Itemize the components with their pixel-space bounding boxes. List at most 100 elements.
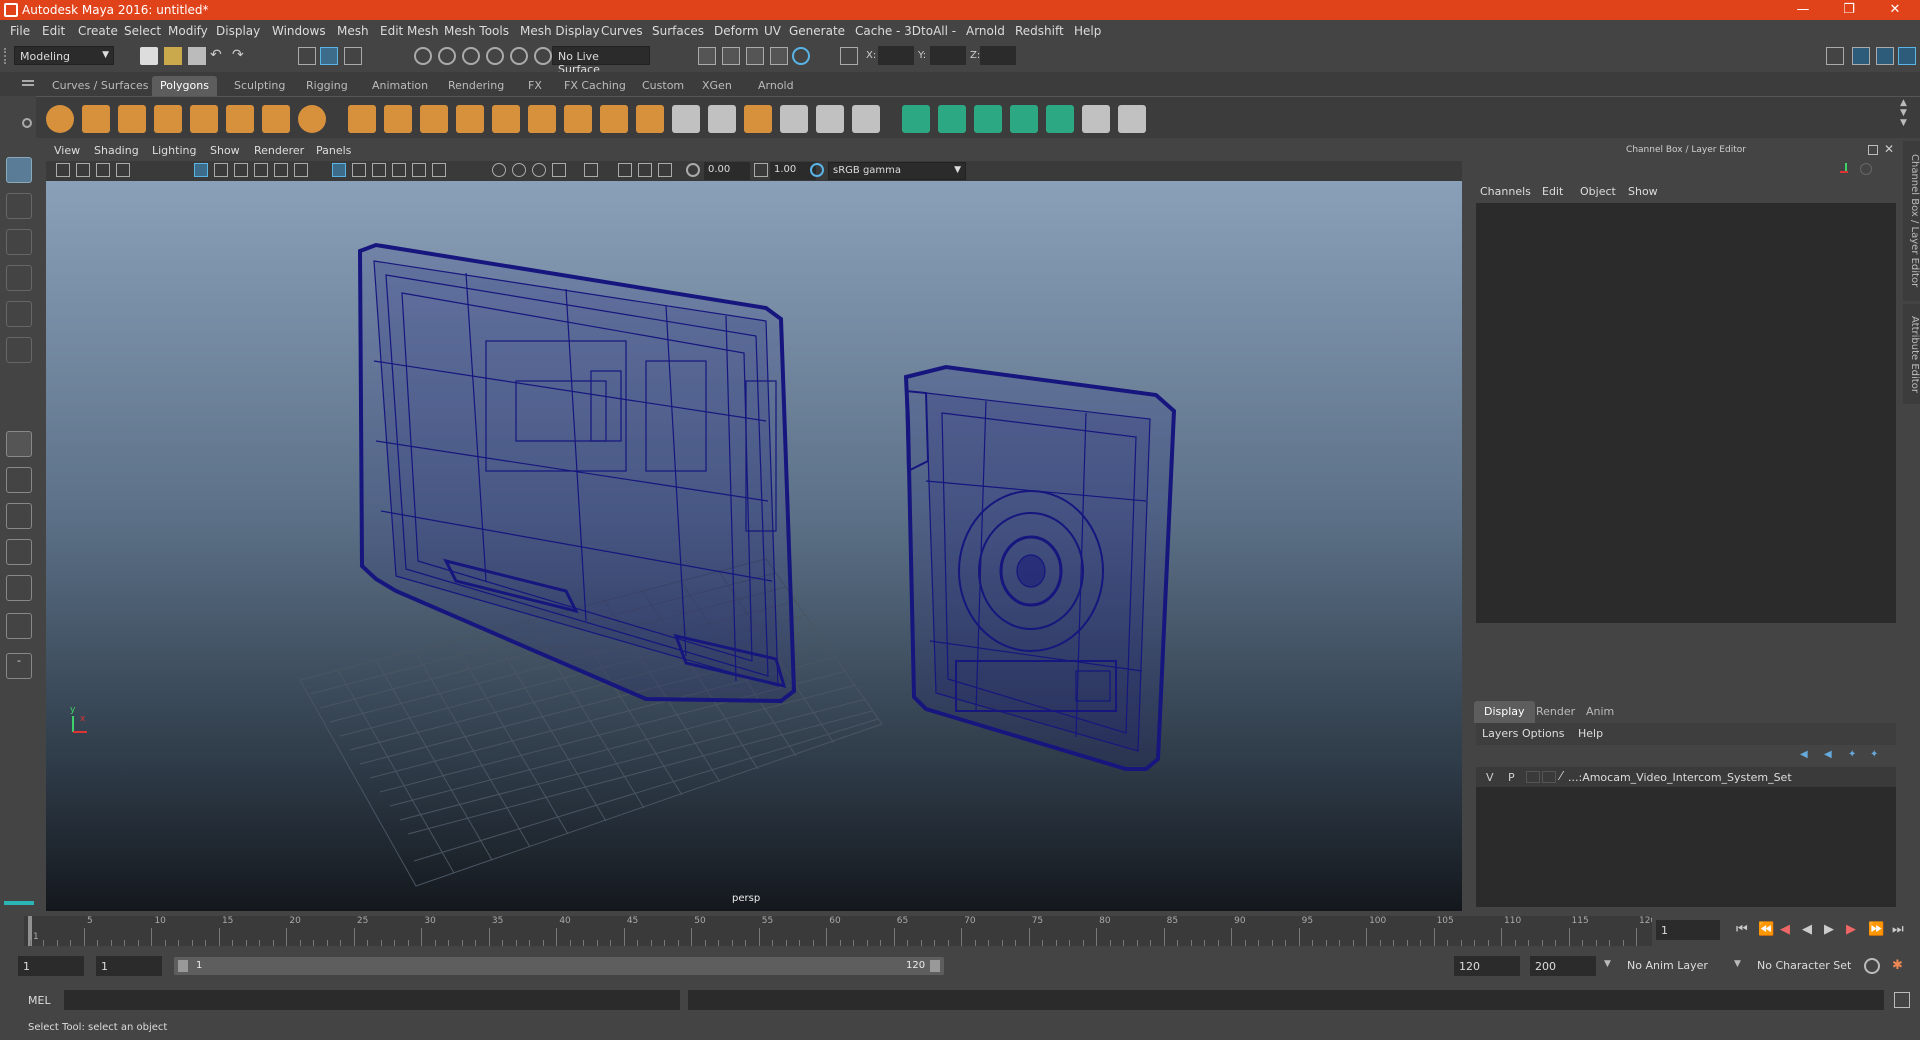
menu-windows[interactable]: Windows — [272, 24, 326, 38]
save-scene-icon[interactable] — [188, 47, 206, 65]
intercom-monitor-mesh[interactable] — [357, 242, 797, 704]
xray-joints-icon[interactable] — [638, 163, 652, 177]
layer-menu-layers[interactable]: Layers — [1482, 727, 1518, 740]
mode-dropdown[interactable]: Modeling ▼ — [14, 46, 114, 65]
poly-cube-icon[interactable] — [82, 105, 110, 133]
color-management-icon[interactable] — [810, 163, 824, 177]
lasso-tool-icon[interactable] — [6, 193, 32, 219]
visibility-icon[interactable] — [1860, 163, 1872, 175]
menu-mesh-display[interactable]: Mesh Display — [520, 24, 600, 38]
float-panel-icon[interactable] — [1868, 145, 1878, 155]
menu-select[interactable]: Select — [124, 24, 161, 38]
snap-surface-icon[interactable] — [510, 47, 528, 65]
menu-display[interactable]: Display — [216, 24, 260, 38]
bookmark-icon[interactable] — [96, 163, 110, 177]
target-weld-icon[interactable] — [672, 105, 700, 133]
viewport-menu-view[interactable]: View — [54, 144, 80, 157]
menu-curves[interactable]: Curves — [601, 24, 643, 38]
uv-editor-icon[interactable] — [1010, 105, 1038, 133]
two-pane-stacked-layout-icon[interactable] — [6, 539, 32, 565]
anim-layer-dropdown[interactable]: No Anim Layer — [1622, 956, 1740, 976]
tab-sculpting[interactable]: Sculpting — [226, 76, 293, 96]
bridge-icon[interactable] — [564, 105, 592, 133]
attribute-editor-vertical-tab[interactable]: Attribute Editor — [1903, 304, 1920, 404]
layer-tab-anim[interactable]: Anim — [1576, 701, 1624, 723]
select-tool-icon[interactable] — [6, 157, 32, 183]
wireframe-shading-icon[interactable] — [332, 163, 346, 177]
grid-toggle-icon[interactable] — [194, 163, 208, 177]
door-station-mesh[interactable] — [903, 364, 1177, 771]
command-language-label[interactable]: MEL — [28, 994, 51, 1007]
menu-arnold[interactable]: Arnold — [966, 24, 1005, 38]
current-frame-field[interactable]: 1 — [1656, 920, 1720, 940]
snap-grid-icon[interactable] — [414, 47, 432, 65]
image-plane-icon[interactable] — [116, 163, 130, 177]
poly-torus-icon[interactable] — [226, 105, 254, 133]
snap-curve-icon[interactable] — [438, 47, 456, 65]
cylindrical-map-icon[interactable] — [974, 105, 1002, 133]
wireframe-on-shaded-icon[interactable] — [372, 163, 386, 177]
move-tool-icon[interactable] — [6, 265, 32, 291]
exposure-field[interactable]: 0.00 — [704, 162, 750, 180]
snap-plane-icon[interactable] — [534, 47, 552, 65]
layout-uv-icon[interactable] — [1082, 105, 1110, 133]
step-back-key-icon[interactable]: ⏪ — [1758, 922, 1774, 937]
menu-modify[interactable]: Modify — [168, 24, 208, 38]
channel-box-menu-show[interactable]: Show — [1628, 185, 1658, 198]
hypershade-icon[interactable] — [792, 47, 810, 65]
motion-blur-icon[interactable] — [512, 163, 526, 177]
play-forwards-icon[interactable]: ▶ — [1824, 922, 1834, 937]
start-time-field[interactable]: 1 — [18, 956, 84, 976]
anti-aliasing-icon[interactable] — [532, 163, 546, 177]
ambient-occlusion-icon[interactable] — [492, 163, 506, 177]
end-time-field[interactable]: 200 — [1530, 956, 1596, 976]
merge-icon[interactable] — [816, 105, 844, 133]
single-pane-layout-icon[interactable] — [6, 431, 32, 457]
xray-icon[interactable] — [618, 163, 632, 177]
new-empty-layer-icon[interactable]: ✦ — [1848, 749, 1862, 763]
layer-row[interactable]: V P ⁄ ...:Amocam_Video_Intercom_System_S… — [1476, 767, 1896, 787]
new-scene-icon[interactable] — [140, 47, 158, 65]
layer-name[interactable]: ...:Amocam_Video_Intercom_System_Set — [1568, 771, 1792, 784]
character-set-dropdown[interactable]: No Character Set — [1752, 956, 1870, 976]
menu-create[interactable]: Create — [78, 24, 118, 38]
bevel-icon[interactable] — [528, 105, 556, 133]
menu-cache[interactable]: Cache — [855, 24, 892, 38]
extrude-icon[interactable] — [600, 105, 628, 133]
command-input[interactable] — [64, 990, 680, 1010]
animation-preferences-icon[interactable] — [1864, 958, 1880, 974]
graph-persp-layout-icon[interactable] — [6, 613, 32, 639]
separate-icon[interactable] — [384, 105, 412, 133]
gate-mask-icon[interactable] — [254, 163, 268, 177]
render-sequence-icon[interactable] — [722, 47, 740, 65]
automatic-map-icon[interactable] — [938, 105, 966, 133]
z-field[interactable] — [980, 46, 1016, 65]
menu-3dtoall[interactable]: - 3DtoAll - — [896, 24, 956, 38]
step-forward-key-icon[interactable]: ⏩ — [1868, 922, 1884, 937]
planar-map-icon[interactable] — [902, 105, 930, 133]
shadows-icon[interactable] — [432, 163, 446, 177]
poly-sphere-icon[interactable] — [46, 105, 74, 133]
viewport-menu-shading[interactable]: Shading — [94, 144, 139, 157]
poly-pyramid-icon[interactable] — [262, 105, 290, 133]
tab-custom[interactable]: Custom — [634, 76, 692, 96]
viewport-menu-renderer[interactable]: Renderer — [254, 144, 304, 157]
attribute-editor-toggle-icon[interactable] — [1852, 47, 1870, 65]
transform-constraint-icon[interactable] — [840, 47, 858, 65]
channel-box-menu-edit[interactable]: Edit — [1542, 185, 1563, 198]
step-back-frame-icon[interactable]: ◀ — [1780, 922, 1790, 937]
layer-display-type[interactable] — [1526, 771, 1540, 783]
select-camera-icon[interactable] — [56, 163, 70, 177]
x-field[interactable] — [878, 46, 914, 65]
viewport-menu-lighting[interactable]: Lighting — [152, 144, 196, 157]
layer-playback-toggle[interactable]: P — [1508, 771, 1515, 784]
playback-end-field[interactable]: 120 — [1454, 956, 1520, 976]
script-editor-icon[interactable] — [1894, 992, 1910, 1008]
channel-box-menu-object[interactable]: Object — [1580, 185, 1616, 198]
unfold-uv-icon[interactable] — [1118, 105, 1146, 133]
menu-help[interactable]: Help — [1074, 24, 1101, 38]
fill-hole-icon[interactable] — [744, 105, 772, 133]
select-object-icon[interactable] — [320, 47, 338, 65]
viewport-menu-panels[interactable]: Panels — [316, 144, 351, 157]
menu-edit[interactable]: Edit — [42, 24, 65, 38]
